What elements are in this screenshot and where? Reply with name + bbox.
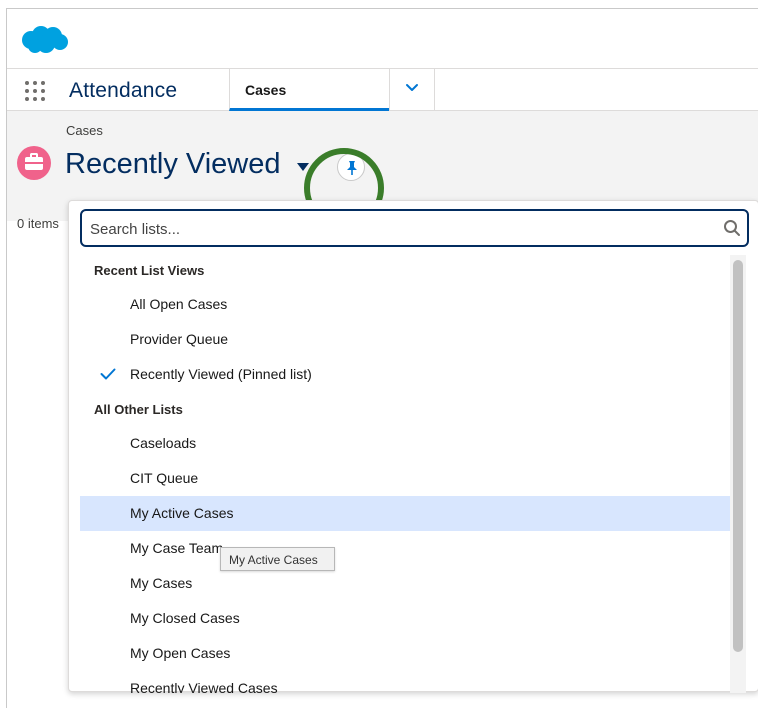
briefcase-icon bbox=[17, 146, 51, 180]
caret-down-icon[interactable] bbox=[296, 162, 310, 172]
salesforce-cloud-logo[interactable] bbox=[19, 25, 69, 55]
tab-cases-menu-button[interactable] bbox=[389, 69, 435, 111]
list-item-label: My Case Team bbox=[130, 540, 224, 556]
list-item-label: My Active Cases bbox=[130, 505, 234, 521]
list-item-cit-queue[interactable]: CIT Queue bbox=[80, 461, 730, 496]
list-item-my-open-cases[interactable]: My Open Cases bbox=[80, 636, 730, 671]
app-frame: Attendance Cases Cases Recently Viewed 0… bbox=[6, 8, 758, 708]
object-label: Cases bbox=[66, 123, 103, 138]
list-item-my-active-cases[interactable]: My Active Cases bbox=[80, 496, 730, 531]
list-item-all-open-cases[interactable]: All Open Cases bbox=[80, 287, 730, 322]
search-box bbox=[80, 209, 749, 247]
tab-cases-label: Cases bbox=[245, 82, 287, 98]
list-item-my-closed-cases[interactable]: My Closed Cases bbox=[80, 601, 730, 636]
list-item-my-case-team[interactable]: My Case Team bbox=[80, 531, 730, 566]
list-item-label: My Closed Cases bbox=[130, 610, 240, 626]
search-lists-input[interactable] bbox=[90, 218, 710, 240]
list-item-recently-viewed-pinned[interactable]: Recently Viewed (Pinned list) bbox=[80, 357, 730, 392]
scrollbar-thumb[interactable] bbox=[733, 260, 743, 652]
list-item-label: My Open Cases bbox=[130, 645, 231, 661]
list-item-my-cases[interactable]: My Cases bbox=[80, 566, 730, 601]
app-launcher-icon[interactable] bbox=[25, 81, 49, 103]
list-item-label: Recently Viewed Cases bbox=[130, 680, 278, 693]
search-icon bbox=[724, 220, 740, 236]
section-header-other: All Other Lists bbox=[94, 402, 183, 417]
list-item-label: My Cases bbox=[130, 575, 193, 591]
chevron-down-icon bbox=[406, 84, 418, 91]
list-item-caseloads[interactable]: Caseloads bbox=[80, 426, 730, 461]
pin-icon bbox=[347, 161, 357, 175]
navigation-bar: Attendance Cases bbox=[7, 69, 758, 111]
check-icon bbox=[100, 368, 116, 380]
app-name: Attendance bbox=[69, 79, 178, 102]
list-item-recently-viewed-cases[interactable]: Recently Viewed Cases bbox=[80, 671, 730, 693]
list-item-provider-queue[interactable]: Provider Queue bbox=[80, 322, 730, 357]
list-item-label: CIT Queue bbox=[130, 470, 199, 486]
dropdown-scrollbar[interactable] bbox=[730, 255, 746, 693]
list-view-picker-dropdown: Recent List Views All Open Cases Provide… bbox=[68, 200, 758, 693]
section-header-recent: Recent List Views bbox=[94, 263, 205, 278]
list-view-title[interactable]: Recently Viewed bbox=[65, 148, 280, 181]
list-item-label: All Open Cases bbox=[130, 296, 228, 312]
list-options-panel: Recent List Views All Open Cases Provide… bbox=[80, 253, 749, 693]
list-item-label: Provider Queue bbox=[130, 331, 229, 347]
global-header bbox=[7, 9, 758, 69]
list-item-label: Recently Viewed (Pinned list) bbox=[130, 366, 312, 382]
tab-cases[interactable]: Cases bbox=[229, 69, 389, 111]
pin-list-button[interactable] bbox=[337, 153, 365, 181]
list-item-label: Caseloads bbox=[130, 435, 197, 451]
items-count: 0 items bbox=[17, 216, 59, 231]
hover-tooltip: My Active Cases bbox=[220, 547, 335, 571]
